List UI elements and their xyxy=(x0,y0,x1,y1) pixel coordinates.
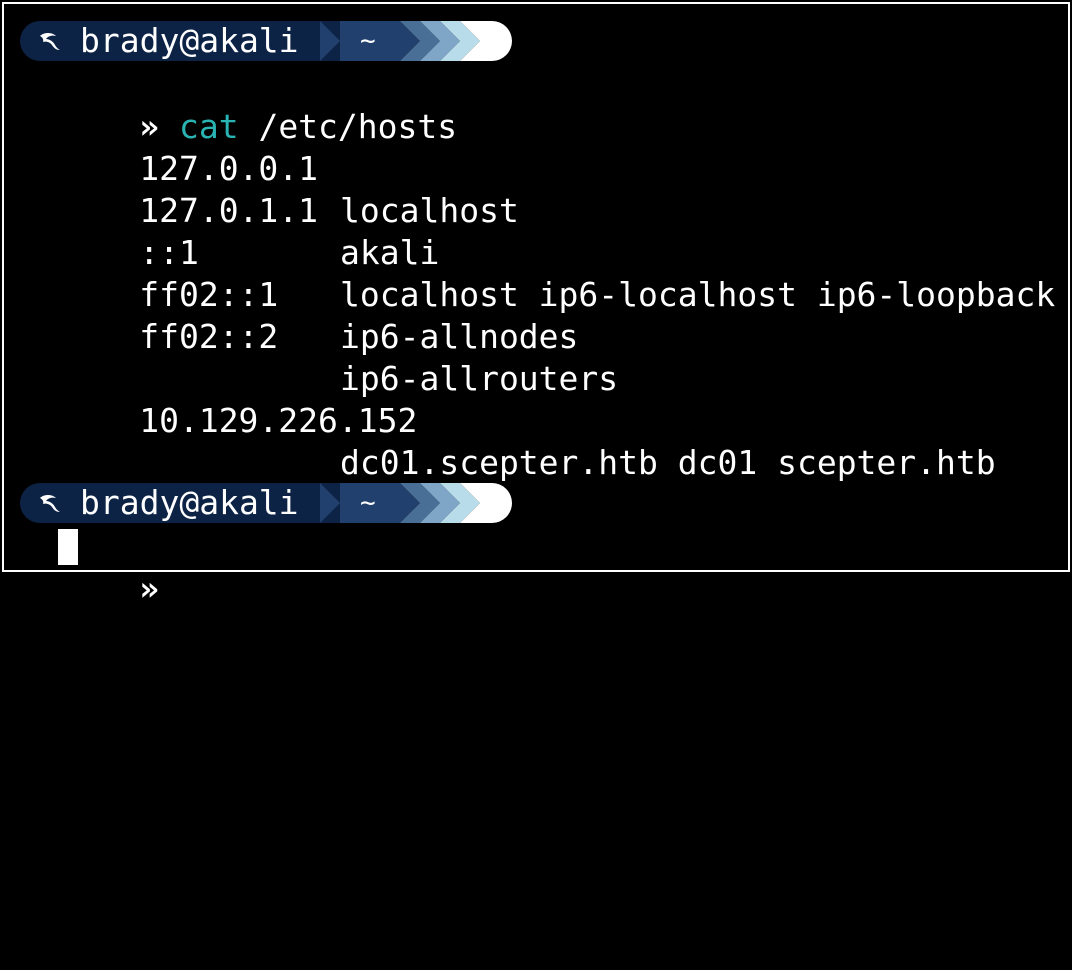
hosts-line: ff02::2 ip6-allrouters xyxy=(20,274,618,398)
hosts-line: ::1 localhost ip6-localhost ip6-loopback xyxy=(20,190,1055,314)
prompt-directory: ~ xyxy=(360,26,376,56)
hosts-line: 10.129.226.152 dc01.scepter.htb dc01 sce… xyxy=(20,358,995,482)
host-names: ip6-allnodes xyxy=(340,317,579,356)
prompt-bar: brady@akali ~ xyxy=(20,21,512,61)
hosts-line: 127.0.0.1 localhost xyxy=(20,106,519,230)
prompt-symbol: » xyxy=(139,569,160,608)
host-names: dc01.scepter.htb dc01 scepter.htb xyxy=(340,443,996,482)
prompt-user-host: brady@akali xyxy=(80,483,299,522)
prompt-bar: brady@akali ~ xyxy=(20,483,512,523)
prompt-arrows xyxy=(320,483,512,523)
hosts-line-blank xyxy=(20,316,139,358)
terminal-window: brady@akali ~ » cat /etc/hosts 127.0.0.1… xyxy=(2,2,1070,608)
hosts-line: 127.0.1.1 akali xyxy=(20,148,439,272)
prompt-arrows xyxy=(320,21,512,61)
host-ip: ff02::2 xyxy=(139,317,279,356)
hosts-line: ff02::1 ip6-allnodes xyxy=(20,232,578,356)
terminal-output: brady@akali ~ » cat /etc/hosts 127.0.0.1… xyxy=(20,4,1068,970)
host-names: localhost ip6-localhost ip6-loopback xyxy=(340,275,1056,314)
host-names: akali xyxy=(340,233,440,272)
prompt-user-segment: brady@akali xyxy=(20,483,340,523)
host-ip: 10.129.226.152 xyxy=(139,401,418,440)
prompt-user-segment: brady@akali xyxy=(20,21,340,61)
text-cursor xyxy=(58,529,78,565)
kali-dragon-icon xyxy=(40,33,60,50)
prompt-directory: ~ xyxy=(360,488,376,518)
kali-dragon-icon xyxy=(40,495,60,512)
host-names: localhost xyxy=(340,191,519,230)
input-line[interactable]: » xyxy=(20,526,159,608)
prompt-user-host: brady@akali xyxy=(80,21,299,60)
command-line: » cat /etc/hosts xyxy=(20,64,457,146)
